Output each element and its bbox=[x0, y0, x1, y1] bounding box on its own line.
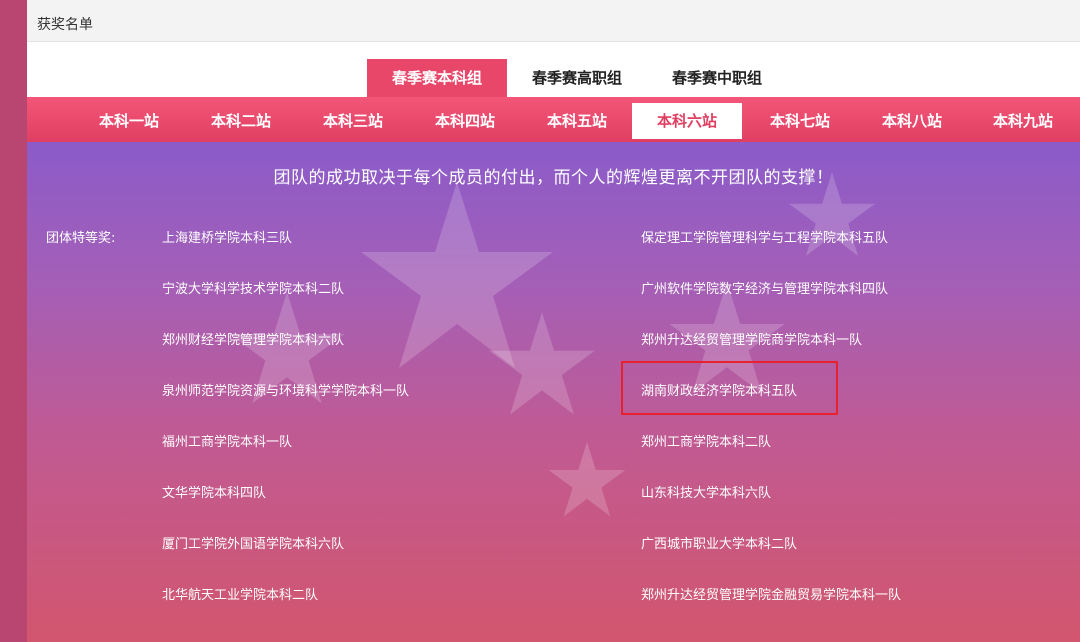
tab-station-2[interactable]: 本科二站 bbox=[186, 103, 296, 139]
tab-station-9[interactable]: 本科九站 bbox=[968, 103, 1078, 139]
winner-item: 上海建桥学院本科三队 bbox=[162, 231, 293, 246]
winner-item: 文华学院本科四队 bbox=[162, 486, 267, 501]
award-category-label: 团体特等奖: bbox=[46, 231, 116, 246]
decorative-star-icon bbox=[548, 442, 626, 517]
highlight-box bbox=[621, 361, 838, 415]
header-bar: 获奖名单 bbox=[27, 0, 1080, 42]
tab-station-6[interactable]: 本科六站 bbox=[632, 103, 742, 139]
winner-item: 北华航天工业学院本科二队 bbox=[162, 588, 319, 603]
tab-station-7[interactable]: 本科七站 bbox=[745, 103, 855, 139]
winner-item: 福州工商学院本科一队 bbox=[162, 435, 293, 450]
slogan: 团队的成功取决于每个成员的付出，而个人的辉煌更离不开团队的支撑！ bbox=[273, 168, 834, 188]
station-tabs: 本科一站 本科二站 本科三站 本科四站 本科五站 本科六站 本科七站 本科八站 … bbox=[27, 97, 1080, 142]
tab-station-3[interactable]: 本科三站 bbox=[298, 103, 408, 139]
tab-group-vocational-secondary[interactable]: 春季赛中职组 bbox=[647, 59, 787, 97]
winner-item: 郑州财经学院管理学院本科六队 bbox=[162, 333, 345, 348]
tab-station-4[interactable]: 本科四站 bbox=[410, 103, 520, 139]
page-frame: 获奖名单 春季赛本科组 春季赛高职组 春季赛中职组 本科一站 本科二站 本科三站… bbox=[27, 0, 1080, 642]
winner-item: 郑州工商学院本科二队 bbox=[641, 435, 772, 450]
page-title: 获奖名单 bbox=[37, 17, 93, 33]
tab-group-vocational-higher[interactable]: 春季赛高职组 bbox=[507, 59, 647, 97]
decorative-star-icon bbox=[489, 312, 595, 415]
winners-panel: 团队的成功取决于每个成员的付出，而个人的辉煌更离不开团队的支撑！ 团体特等奖: … bbox=[27, 142, 1080, 642]
winner-item: 山东科技大学本科六队 bbox=[641, 486, 772, 501]
winner-item: 泉州师范学院资源与环境科学学院本科一队 bbox=[162, 384, 410, 399]
tab-station-5[interactable]: 本科五站 bbox=[522, 103, 632, 139]
winner-item: 厦门工学院外国语学院本科六队 bbox=[162, 537, 345, 552]
tab-station-8[interactable]: 本科八站 bbox=[857, 103, 967, 139]
winner-item: 宁波大学科学技术学院本科二队 bbox=[162, 282, 345, 297]
tab-station-1[interactable]: 本科一站 bbox=[74, 103, 184, 139]
winner-item: 保定理工学院管理科学与工程学院本科五队 bbox=[641, 231, 889, 246]
winner-item: 广州软件学院数字经济与管理学院本科四队 bbox=[641, 282, 889, 297]
winner-item: 郑州升达经贸管理学院金融贸易学院本科一队 bbox=[641, 588, 902, 603]
winner-item: 广西城市职业大学本科二队 bbox=[641, 537, 798, 552]
winner-item: 郑州升达经贸管理学院商学院本科一队 bbox=[641, 333, 863, 348]
tab-group-undergrad[interactable]: 春季赛本科组 bbox=[367, 59, 507, 97]
group-tabs: 春季赛本科组 春季赛高职组 春季赛中职组 bbox=[27, 42, 1080, 97]
